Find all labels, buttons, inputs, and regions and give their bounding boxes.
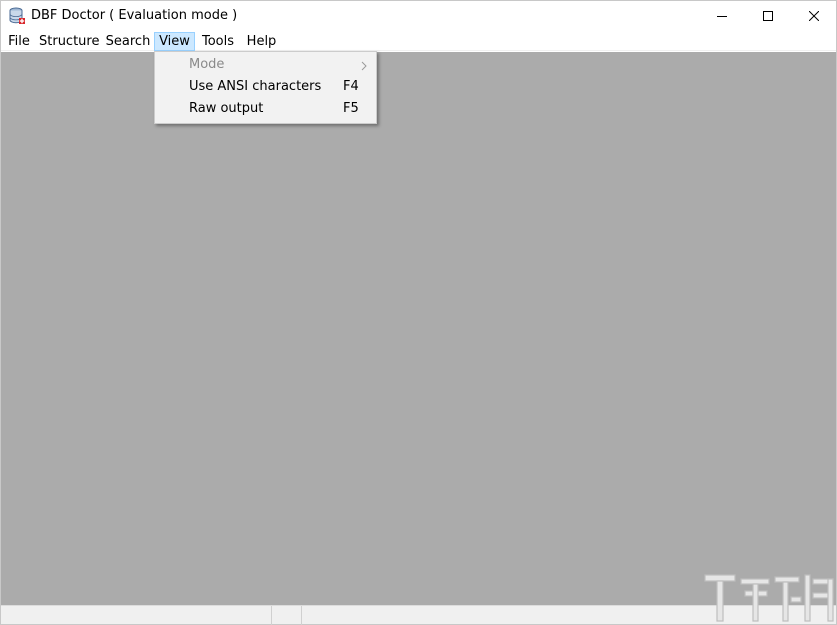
database-icon	[9, 7, 26, 25]
close-button[interactable]	[791, 1, 837, 31]
shortcut-label: F5	[343, 101, 359, 116]
maximize-button[interactable]	[745, 1, 791, 31]
menu-item-label: Mode	[189, 57, 225, 72]
status-separator	[271, 606, 272, 625]
menu-file[interactable]: File	[6, 32, 32, 51]
window-title: DBF Doctor ( Evaluation mode )	[31, 8, 238, 23]
minimize-icon	[717, 16, 727, 17]
chevron-right-icon	[361, 60, 367, 75]
shortcut-label: F4	[343, 79, 359, 94]
menu-item-mode[interactable]: Mode	[157, 54, 374, 76]
menu-item-raw-output[interactable]: Raw output F5	[157, 98, 374, 120]
menu-item-use-ansi-characters[interactable]: Use ANSI characters F4	[157, 76, 374, 98]
menu-item-label: Use ANSI characters	[189, 79, 322, 94]
close-icon	[809, 11, 819, 21]
app-window: DBF Doctor ( Evaluation mode ) File Stru…	[0, 0, 837, 625]
menu-view[interactable]: View	[154, 32, 195, 51]
status-separator	[301, 606, 302, 625]
menu-structure[interactable]: Structure	[38, 32, 99, 51]
watermark-logo	[701, 569, 837, 625]
view-menu-dropdown: Mode Use ANSI characters F4 Raw output F…	[154, 51, 377, 124]
minimize-button[interactable]	[699, 1, 745, 31]
maximize-icon	[763, 11, 773, 21]
menu-tools[interactable]: Tools	[198, 32, 238, 51]
title-bar[interactable]: DBF Doctor ( Evaluation mode )	[1, 1, 836, 31]
main-workspace	[1, 52, 836, 605]
menu-bar: File Structure Search View Tools Help	[1, 31, 836, 51]
menu-help[interactable]: Help	[244, 32, 279, 51]
menu-search[interactable]: Search	[104, 32, 152, 51]
menu-item-label: Raw output	[189, 101, 264, 116]
